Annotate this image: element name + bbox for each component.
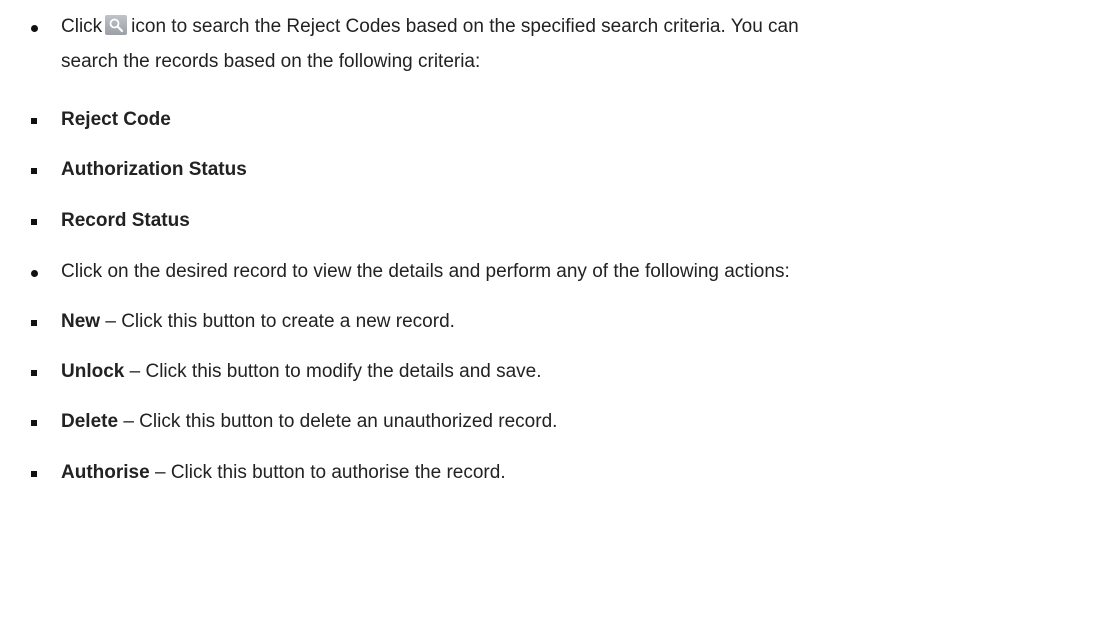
bullet-square [31, 219, 37, 225]
criteria-reject-code: Reject Code [61, 109, 171, 130]
action-description: – Click this button to modify the detail… [129, 361, 542, 382]
actions-intro-text: Click on the desired record to view the … [61, 261, 790, 282]
action-delete: Delete – Click this button to delete an … [61, 409, 557, 435]
action-unlock: Unlock – Click this button to modify the… [61, 359, 542, 385]
action-name: Delete [61, 411, 119, 432]
bullet-square [31, 320, 37, 326]
bullet-square [31, 420, 37, 426]
action-name: New [61, 311, 101, 332]
intro-line-2: search the records based on the followin… [61, 51, 481, 72]
action-description: – Click this button to create a new reco… [105, 311, 455, 332]
intro-line-1-rest: icon to search the Reject Codes based on… [131, 16, 799, 37]
criteria-record-status: Record Status [61, 210, 190, 231]
bullet-dot [31, 270, 38, 277]
intro-prefix: Click [61, 16, 103, 37]
bullet-square [31, 471, 37, 477]
action-description: – Click this button to delete an unautho… [123, 411, 558, 432]
action-name: Unlock [61, 361, 125, 382]
action-authorise: Authorise – Click this button to authori… [61, 460, 506, 486]
criteria-authorization-status: Authorization Status [61, 159, 247, 180]
bullet-dot [31, 25, 38, 32]
intro-line-1: Click icon to search the Reject Codes bas… [61, 14, 799, 40]
action-description: – Click this button to authorise the rec… [154, 462, 506, 483]
search-icon [105, 15, 128, 35]
document-page: Click icon to search the Reject Codes bas… [0, 0, 1110, 630]
bullet-square [31, 370, 37, 376]
bullet-square [31, 118, 37, 124]
bullet-square [31, 168, 37, 174]
action-new: New – Click this button to create a new … [61, 309, 455, 335]
action-name: Authorise [61, 462, 150, 483]
